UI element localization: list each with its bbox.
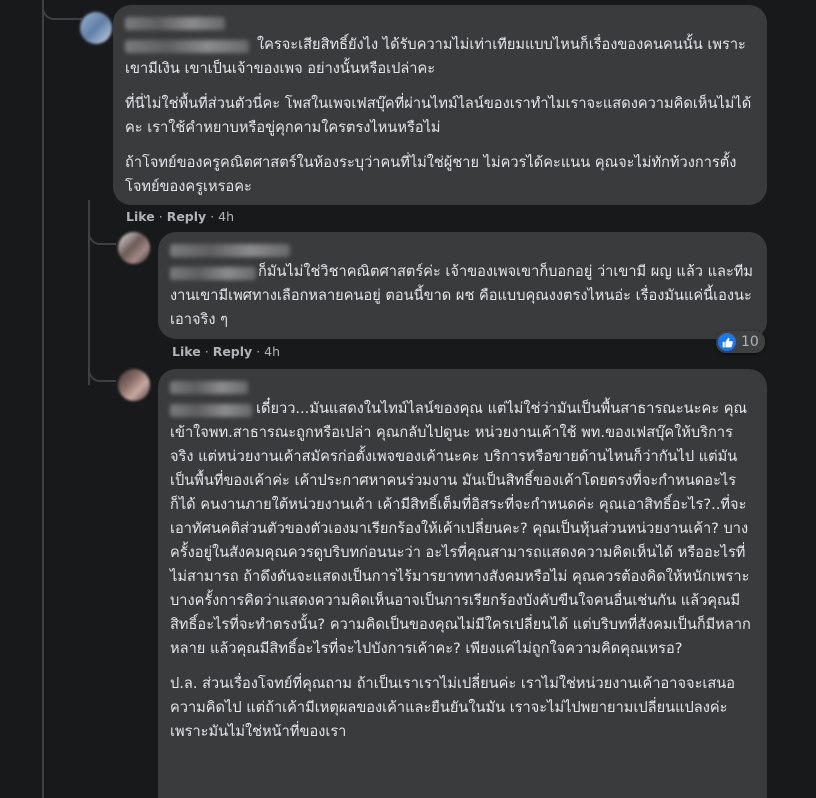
commenter-name-inline[interactable] bbox=[170, 267, 256, 280]
comment-paragraph: ที่นี่ไม่ใช่พื้นที่ส่วนตัวนี่คะ โพสในเพจ… bbox=[125, 95, 752, 136]
comment-paragraph: ก็มันไม่ใช่วิชาคณิตศาสตร์ค่ะ เจ้าของเพจเ… bbox=[170, 263, 754, 328]
like-button[interactable]: Like bbox=[172, 344, 201, 359]
commenter-name[interactable] bbox=[170, 240, 755, 262]
comment-bubble: ก็มันไม่ใช่วิชาคณิตศาสตร์ค่ะ เจ้าของเพจเ… bbox=[158, 232, 767, 339]
commenter-name[interactable] bbox=[170, 377, 755, 399]
thread-connector-1 bbox=[42, 0, 82, 20]
thread-connector-3 bbox=[88, 362, 116, 382]
timestamp[interactable]: 4h bbox=[218, 209, 234, 224]
like-button[interactable]: Like bbox=[126, 209, 155, 224]
avatar[interactable] bbox=[118, 232, 150, 264]
commenter-name-inline[interactable] bbox=[170, 404, 252, 417]
comment-text: ก็มันไม่ใช่วิชาคณิตศาสตร์ค่ะ เจ้าของเพจเ… bbox=[170, 260, 755, 332]
reply-button[interactable]: Reply bbox=[213, 344, 252, 359]
reply-button[interactable]: Reply bbox=[167, 209, 206, 224]
comment-paragraph: ถ้าโจทย์ของครูคณิตศาสตร์ในห้องระบุว่าคนท… bbox=[125, 154, 737, 195]
comment-paragraph: ป.ล. ส่วนเรื่องโจทย์ที่คุณถาม ถ้าเป็นเรา… bbox=[170, 675, 736, 740]
comment-paragraph: เดี๋ยวว...มันแสดงในไทม์ไลน์ของคุณ แต่ไม่… bbox=[170, 400, 751, 657]
comment-actions: Like · Reply · 4h bbox=[172, 344, 281, 359]
reaction-count: 10 bbox=[741, 334, 759, 350]
comment-text: เดี๋ยวว...มันแสดงในไทม์ไลน์ของคุณ แต่ไม่… bbox=[170, 397, 755, 744]
thread-connector-2 bbox=[88, 225, 116, 245]
reaction-count-badge[interactable]: 10 bbox=[716, 331, 765, 353]
comment-bubble: เดี๋ยวว...มันแสดงในไทม์ไลน์ของคุณ แต่ไม่… bbox=[158, 369, 767, 798]
avatar[interactable] bbox=[80, 12, 112, 44]
thumbs-up-icon bbox=[718, 333, 736, 351]
comment-text: ใครจะเสียสิทธิ์ยังไง ได้รับความไม่เท่าเท… bbox=[125, 33, 755, 199]
commenter-name-inline[interactable] bbox=[125, 40, 249, 53]
timestamp[interactable]: 4h bbox=[264, 344, 280, 359]
comment-actions: Like · Reply · 4h bbox=[126, 209, 235, 224]
comment-bubble: ใครจะเสียสิทธิ์ยังไง ได้รับความไม่เท่าเท… bbox=[113, 5, 767, 205]
thread-line-main bbox=[42, 0, 44, 798]
commenter-name[interactable] bbox=[125, 13, 755, 35]
avatar[interactable] bbox=[118, 369, 150, 401]
